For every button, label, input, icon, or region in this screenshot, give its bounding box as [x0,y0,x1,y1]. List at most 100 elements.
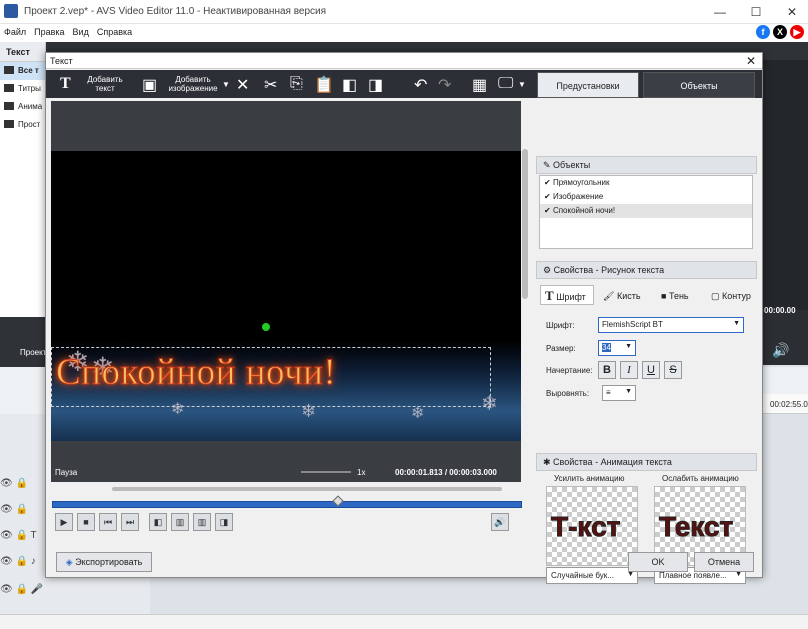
project-area [0,317,46,367]
preview-scrollbar[interactable] [522,149,528,299]
menu-edit[interactable]: Правка [30,24,68,37]
chevron-down-icon: ▼ [735,571,742,578]
cut-icon[interactable]: ✂ [264,75,277,95]
list-item[interactable]: Титры [0,80,45,98]
tab-objects[interactable]: Объекты [643,72,755,98]
list-item[interactable]: Все т [0,62,45,80]
tab-presets[interactable]: Предустановки [537,72,639,98]
list-item[interactable]: Анима [0,98,45,116]
list-item[interactable]: ✔ Прямоугольник [540,176,752,190]
export-icon: ◈ [65,557,73,567]
delete-icon[interactable]: ✕ [236,75,249,95]
tab-objects-label: Объекты [680,81,718,91]
anim-in-label: Усилить анимацию [554,474,625,483]
chevron-down-icon[interactable]: ▼ [518,80,526,89]
mark-segment-button[interactable]: ▥ [171,513,189,531]
speed-slider[interactable] [301,471,351,473]
mark-in-button[interactable]: ◧ [149,513,167,531]
anim-in-select[interactable]: Случайные бук... ▼ [546,567,638,584]
x-icon[interactable]: X [773,25,787,39]
playback-status: Пауза [55,468,78,477]
tab-shadow[interactable]: ■ Тень [656,285,706,305]
volume-button[interactable]: 🔊 [491,513,509,531]
anim-header-label: Свойства - Анимация текста [553,457,672,467]
ok-button[interactable]: OK [628,552,688,572]
maximize-button[interactable]: ☐ [744,2,768,22]
tab-brush[interactable]: 🖌 Кисть [598,285,654,305]
preview-controls: 🔊 [762,310,808,365]
list-item[interactable]: Прост [0,116,45,134]
play-button[interactable]: ▶ [55,513,73,531]
props-header: ⚙ Свойства - Рисунок текста [536,261,757,279]
rotate-handle[interactable] [262,323,270,331]
objects-list: ✔ Прямоугольник ✔ Изображение ✔ Спокойно… [539,175,753,249]
font-label: Шрифт: [546,321,575,330]
bring-forward-icon[interactable]: ◧ [342,75,357,95]
project-label[interactable]: Проект [20,348,46,357]
paste-icon[interactable]: 📋 [314,75,334,95]
menu-help[interactable]: Справка [93,24,136,37]
tab-outline[interactable]: ▢ Контур [706,285,758,305]
underline-button[interactable]: U [642,361,660,379]
grid-icon[interactable]: ▦ [472,75,487,95]
preview-canvas[interactable]: ❄ ❄ ❄ ❄ ❄ ❄ Спокойной ночи! [51,151,521,441]
playback-trackbar[interactable] [52,495,522,509]
align-select[interactable]: ≡ ▼ [602,385,636,401]
italic-button[interactable]: I [620,361,638,379]
anim-in-preview[interactable]: Т-кст [546,486,638,566]
menu-view[interactable]: Вид [69,24,93,37]
playback-controls: ▶ ■ ⏮ ⏭ ◧ ▥ ▥ ◨ 🔊 [51,513,527,535]
preview-text: Спокойной ночи! [55,352,337,394]
export-button[interactable]: ◈ Экспортировать [56,552,152,572]
anim-header: ✱ Свойства - Анимация текста [536,453,757,471]
chevron-down-icon: ▼ [625,388,632,395]
list-item[interactable]: ✔ Изображение [540,190,752,204]
anim-in-text: Т-кст [550,511,621,543]
text-dialog: Текст ✕ T Добавить текст ▣ Добавить изоб… [45,52,763,584]
cancel-button[interactable]: Отмена [694,552,754,572]
strike-button[interactable]: S [664,361,682,379]
close-button[interactable]: ✕ [780,2,804,22]
eye-icon[interactable]: 👁 🔒 🎤 [0,584,58,604]
youtube-icon[interactable]: ▶ [790,25,804,39]
tab-font[interactable]: T Шрифт [540,285,594,305]
chevron-down-icon[interactable]: ▼ [222,80,230,89]
undo-icon[interactable]: ↶ [414,75,427,95]
bold-button[interactable]: B [598,361,616,379]
size-select[interactable]: 34 ▼ [598,340,636,356]
objects-header-label: Объекты [553,160,591,170]
mark-out-button[interactable]: ◨ [215,513,233,531]
monitor-icon[interactable]: 🖵 [498,75,513,93]
prev-frame-button[interactable]: ⏮ [99,513,117,531]
style-label: Начертание: [546,366,593,375]
redo-icon[interactable]: ↷ [438,75,451,95]
speed-label: 1x [357,468,366,477]
add-text-button[interactable]: Добавить текст [80,70,130,98]
video-preview: ❄ ❄ ❄ ❄ ❄ ❄ Спокойной ночи! Пауза 1x 00:… [51,101,521,482]
menu-file[interactable]: Файл [0,24,30,37]
props-header-label: Свойства - Рисунок текста [553,265,665,275]
object-label: Прямоугольник [552,178,610,187]
menu-bar: Файл Правка Вид Справка [0,24,808,42]
timeline-scrollbar[interactable] [0,614,808,629]
size-value: 34 [602,343,611,352]
copy-icon[interactable]: ⎘ [290,75,303,93]
list-item[interactable]: ✔ Спокойной ночи! [540,204,752,218]
anim-out-value: Плавное появле... [659,571,727,580]
font-select[interactable]: FlemishScript BT ▼ [598,317,744,333]
minimize-button[interactable]: — [708,2,732,22]
left-panel-header: Текст [0,42,45,62]
facebook-icon[interactable]: f [756,25,770,39]
timeline-time: 00:02:55.0 [770,400,808,409]
dialog-close-button[interactable]: ✕ [746,54,756,68]
volume-icon[interactable]: 🔊 [772,342,789,359]
preview-hscrollbar[interactable] [112,487,502,491]
send-backward-icon[interactable]: ◨ [368,75,383,95]
next-frame-button[interactable]: ⏭ [121,513,139,531]
mark-segment2-button[interactable]: ▥ [193,513,211,531]
window-title: Проект 2.vep* - AVS Video Editor 11.0 - … [24,6,327,17]
add-image-button[interactable]: Добавить изображение [162,70,224,98]
stop-button[interactable]: ■ [77,513,95,531]
preview-statusbar: Пауза 1x 00:00:01.813 / 00:00:03.000 [51,463,521,482]
objects-header: ✎ Объекты [536,156,757,174]
